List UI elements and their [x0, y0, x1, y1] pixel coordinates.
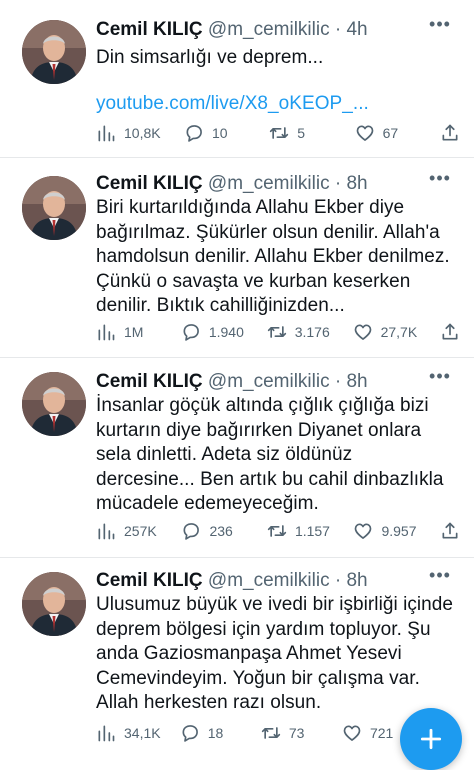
like-button[interactable]: 27,7K — [353, 322, 418, 342]
bar-chart-icon — [98, 725, 115, 742]
views-button[interactable]: 10,8K — [96, 123, 161, 143]
retweet-button[interactable]: 3.176 — [267, 322, 330, 342]
retweet-button[interactable]: 73 — [261, 723, 323, 743]
like-count: 67 — [382, 125, 399, 141]
share-icon — [442, 124, 458, 141]
tweet[interactable]: Cemil KILIÇ @m_cemilkilic · 8h ••• İnsan… — [0, 358, 474, 558]
share-button[interactable] — [440, 322, 460, 342]
views-button[interactable]: 1M — [96, 322, 158, 342]
tweet-actions: 10,8K 10 5 67 — [96, 121, 460, 145]
avatar[interactable] — [22, 572, 86, 636]
more-dots-icon[interactable]: ••• — [428, 566, 452, 589]
reply-count: 10 — [211, 125, 228, 141]
tweet-actions: 257K 236 1.157 9.957 — [96, 519, 460, 543]
author-handle-time[interactable]: @m_cemilkilic · 8h — [208, 570, 368, 591]
like-button[interactable]: 9.957 — [353, 521, 417, 541]
more-dots-icon[interactable]: ••• — [428, 367, 452, 390]
avatar-image — [22, 20, 86, 84]
more-dots-icon[interactable]: ••• — [428, 15, 452, 38]
reply-count: 1.940 — [208, 324, 244, 340]
tweet-link[interactable]: youtube.com/live/X8_oKEOP_... — [96, 92, 454, 117]
author-name[interactable]: Cemil KILIÇ — [96, 19, 203, 40]
share-icon — [442, 522, 458, 539]
like-count: 721 — [369, 725, 394, 741]
avatar-image — [22, 176, 86, 240]
avatar-image — [22, 372, 86, 436]
heart-icon — [354, 324, 371, 340]
plus-icon — [420, 728, 442, 750]
tweet-text: Biri kurtarıldığında Allahu Ekber diye b… — [96, 197, 450, 316]
tweet-header: Cemil KILIÇ @m_cemilkilic · 8h — [96, 569, 434, 593]
views-count: 257K — [124, 523, 157, 539]
comment-icon — [183, 324, 199, 341]
tweet-header: Cemil KILIÇ @m_cemilkilic · 8h — [96, 370, 434, 394]
like-count: 9.957 — [381, 523, 417, 539]
like-count: 27,7K — [380, 324, 418, 340]
tweet[interactable]: Cemil KILIÇ @m_cemilkilic · 4h ••• Din s… — [0, 0, 474, 158]
tweet-text: Din simsarlığı ve deprem... — [96, 47, 324, 68]
author-name[interactable]: Cemil KILIÇ — [96, 371, 203, 392]
share-icon — [442, 323, 458, 340]
retweet-icon — [267, 326, 286, 338]
reply-button[interactable]: 236 — [181, 521, 243, 541]
bar-chart-icon — [98, 125, 115, 142]
heart-icon — [343, 725, 361, 741]
retweet-count: 1.157 — [294, 523, 330, 539]
share-button[interactable] — [440, 521, 460, 541]
reply-button[interactable]: 10 — [184, 123, 246, 143]
reply-count: 236 — [209, 523, 233, 539]
views-count: 34,1K — [124, 725, 161, 741]
avatar-image — [22, 572, 86, 636]
avatar[interactable] — [22, 20, 86, 84]
retweet-count: 5 — [297, 125, 306, 141]
reply-count: 18 — [207, 725, 224, 741]
comment-icon — [186, 125, 202, 142]
tweet-actions: 34,1K 18 73 721 — [96, 721, 404, 745]
author-handle-time[interactable]: @m_cemilkilic · 8h — [208, 371, 368, 392]
retweet-icon — [270, 127, 289, 139]
views-count: 10,8K — [124, 125, 161, 141]
more-dots-icon[interactable]: ••• — [428, 169, 452, 192]
like-button[interactable]: 721 — [342, 723, 404, 743]
views-button[interactable]: 34,1K — [96, 723, 161, 743]
tweet-text: Ulusumuz büyük ve ivedi bir işbirliği iç… — [96, 594, 454, 713]
bar-chart-icon — [98, 523, 115, 540]
tweet-header: Cemil KILIÇ @m_cemilkilic · 4h — [96, 18, 434, 42]
compose-tweet-button[interactable] — [400, 708, 462, 770]
retweet-icon — [261, 727, 281, 739]
bar-chart-icon — [98, 324, 115, 341]
avatar[interactable] — [22, 176, 86, 240]
retweet-icon — [267, 525, 287, 537]
timeline-feed: Cemil KILIÇ @m_cemilkilic · 4h ••• Din s… — [0, 0, 474, 762]
tweet-actions: 1M 1.940 3.176 27,7K — [96, 320, 460, 344]
comment-icon — [183, 523, 200, 540]
author-handle-time[interactable]: @m_cemilkilic · 8h — [208, 173, 368, 194]
like-button[interactable]: 67 — [355, 123, 417, 143]
retweet-button[interactable]: 5 — [269, 123, 331, 143]
avatar[interactable] — [22, 372, 86, 436]
comment-icon — [182, 725, 198, 742]
heart-icon — [356, 125, 373, 141]
reply-button[interactable]: 18 — [180, 723, 242, 743]
tweet[interactable]: Cemil KILIÇ @m_cemilkilic · 8h ••• Biri … — [0, 158, 474, 358]
views-button[interactable]: 257K — [96, 521, 158, 541]
retweet-button[interactable]: 1.157 — [267, 521, 330, 541]
heart-icon — [355, 523, 372, 539]
author-handle-time[interactable]: @m_cemilkilic · 4h — [208, 19, 368, 40]
reply-button[interactable]: 1.940 — [181, 322, 244, 342]
author-name[interactable]: Cemil KILIÇ — [96, 570, 203, 591]
retweet-count: 73 — [288, 725, 305, 741]
share-button[interactable] — [440, 123, 460, 143]
author-name[interactable]: Cemil KILIÇ — [96, 173, 203, 194]
retweet-count: 3.176 — [294, 324, 330, 340]
views-count: 1M — [124, 324, 144, 340]
tweet-header: Cemil KILIÇ @m_cemilkilic · 8h — [96, 172, 434, 196]
tweet-text: İnsanlar göçük altında çığlık çığlığa bi… — [96, 395, 444, 514]
